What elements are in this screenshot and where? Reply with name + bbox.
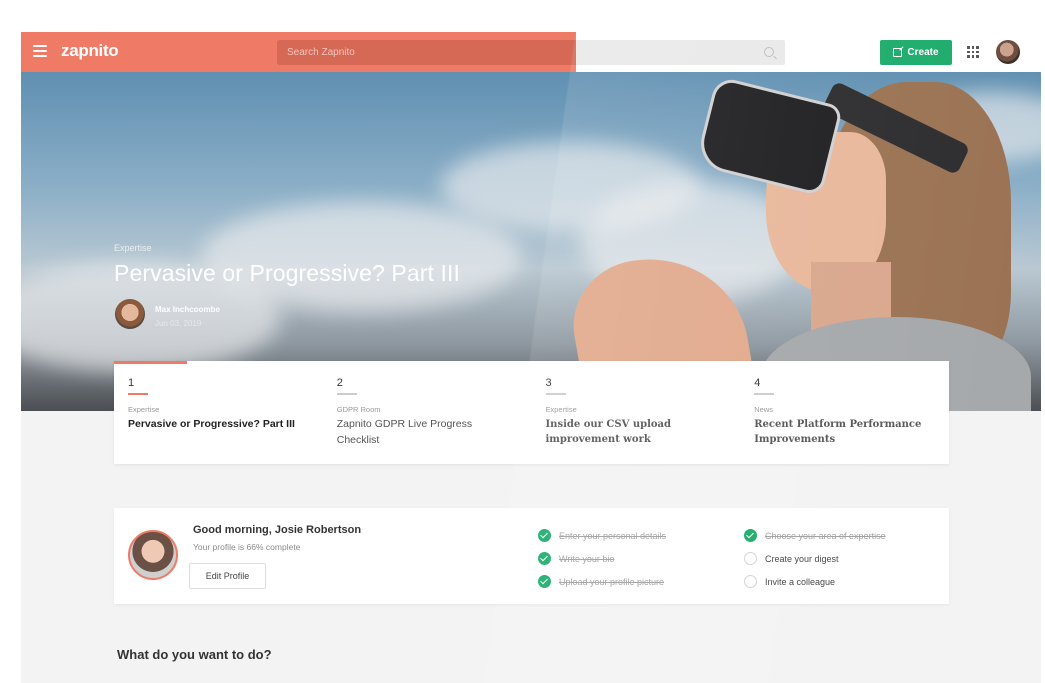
create-button[interactable]: Create [880, 40, 952, 65]
author-date: Jun 03, 2019 [155, 319, 202, 328]
card-title[interactable]: Recent Platform Performance Improvements [754, 417, 929, 447]
task-label: Invite a colleague [765, 576, 836, 587]
card-category: Expertise [128, 405, 160, 414]
featured-card-1[interactable]: 1 Expertise Pervasive or Progressive? Pa… [114, 361, 323, 464]
check-icon [538, 552, 551, 565]
task-label: Write your bio [559, 553, 615, 564]
search-box[interactable] [277, 40, 785, 65]
card-progress-bar [114, 361, 187, 364]
featured-card-4[interactable]: 4 News Recent Platform Performance Impro… [740, 361, 949, 464]
card-title[interactable]: Zapnito GDPR Live Progress Checklist [337, 417, 512, 449]
task-label: Enter your personal details [559, 530, 667, 541]
vr-headset [694, 75, 844, 197]
search-icon[interactable] [764, 47, 774, 57]
section-heading: What do you want to do? [117, 647, 272, 662]
card-number: 2 [336, 377, 343, 389]
author-avatar[interactable] [115, 299, 145, 329]
featured-card-3[interactable]: 3 Expertise Inside our CSV upload improv… [532, 361, 741, 464]
task-item[interactable]: Choose your area of expertise [744, 524, 886, 547]
check-icon [538, 575, 551, 588]
empty-circle-icon [744, 552, 757, 565]
app-frame: Expertise Pervasive or Progressive? Part… [21, 32, 1041, 683]
edit-profile-button[interactable]: Edit Profile [189, 563, 266, 589]
card-category: News [754, 405, 774, 414]
create-icon [893, 48, 903, 57]
card-category: Expertise [545, 405, 577, 414]
author-name[interactable]: Max Inchcoombe [155, 305, 220, 314]
profile-completion-text: Your profile is 66% complete [193, 542, 301, 552]
task-item[interactable]: Create your digest [744, 547, 886, 570]
task-label: Choose your area of expertise [765, 530, 886, 541]
hero-title[interactable]: Pervasive or Progressive? Part III [114, 260, 460, 287]
card-number: 1 [128, 377, 135, 389]
card-title[interactable]: Inside our CSV upload improvement work [546, 417, 721, 447]
card-rule [754, 393, 775, 395]
hero-category: Expertise [114, 243, 152, 253]
top-bar: zapnito Create [21, 32, 1041, 72]
search-input[interactable] [277, 40, 767, 65]
task-item[interactable]: Write your bio [538, 547, 666, 570]
profile-avatar[interactable] [128, 530, 178, 580]
card-number: 3 [545, 377, 552, 389]
empty-circle-icon [744, 575, 757, 588]
check-icon [744, 529, 757, 542]
logo[interactable]: zapnito [61, 41, 119, 61]
create-label: Create [907, 47, 939, 58]
task-label: Create your digest [765, 553, 839, 564]
card-rule [128, 393, 148, 395]
card-title[interactable]: Pervasive or Progressive? Part III [128, 417, 303, 433]
task-label: Upload your profile picture [559, 576, 665, 587]
task-item[interactable]: Upload your profile picture [538, 570, 666, 593]
task-item[interactable]: Invite a colleague [744, 570, 886, 593]
apps-grid-icon[interactable] [967, 46, 979, 58]
user-avatar[interactable] [996, 40, 1020, 64]
featured-card-2[interactable]: 2 GDPR Room Zapnito GDPR Live Progress C… [323, 361, 532, 464]
greeting: Good morning, Josie Robertson [193, 524, 362, 536]
card-category: GDPR Room [336, 405, 381, 414]
card-rule [336, 393, 357, 395]
profile-completion-panel: Good morning, Josie Robertson Your profi… [114, 508, 949, 604]
task-list-left: Enter your personal details Write your b… [538, 524, 666, 593]
card-number: 4 [754, 377, 761, 389]
card-rule [545, 393, 566, 395]
task-item[interactable]: Enter your personal details [538, 524, 666, 547]
task-list-right: Choose your area of expertise Create you… [744, 524, 886, 593]
hamburger-icon[interactable] [33, 45, 47, 57]
featured-articles: 1 Expertise Pervasive or Progressive? Pa… [114, 361, 949, 464]
check-icon [538, 529, 551, 542]
